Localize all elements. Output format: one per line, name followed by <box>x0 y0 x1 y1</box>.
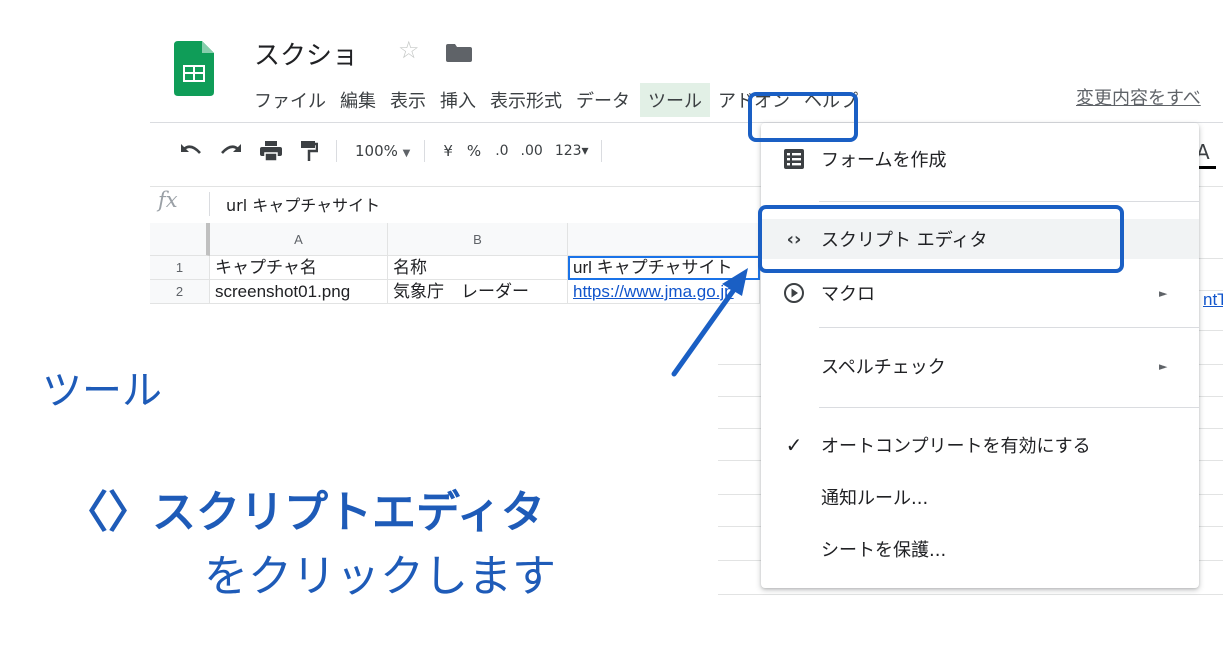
menu-item-create-form[interactable]: フォームを作成 <box>761 139 1199 179</box>
notification-rules-label: 通知ルール... <box>821 488 929 509</box>
select-all-corner[interactable] <box>150 223 210 256</box>
toolbar: 100% ▼ ¥ % .0 .00 123▾ <box>180 133 620 169</box>
row-header-1[interactable]: 1 <box>150 256 210 280</box>
create-form-label: フォームを作成 <box>821 150 947 171</box>
cell-b1[interactable]: 名称 <box>388 256 568 280</box>
script-editor-highlight <box>758 205 1124 273</box>
submenu-arrow-icon: ► <box>1159 286 1168 300</box>
protect-sheet-label: シートを保護... <box>821 540 947 561</box>
increase-decimal-button[interactable]: .00 <box>521 143 543 159</box>
zoom-select[interactable]: 100% ▼ <box>355 142 410 160</box>
fx-icon: fx <box>158 188 178 212</box>
undo-icon[interactable] <box>180 143 202 159</box>
menu-item-spellcheck[interactable]: スペルチェック ► <box>761 346 1199 386</box>
spellcheck-label: スペルチェック <box>821 357 946 378</box>
check-icon: ✓ <box>785 433 803 457</box>
chevron-down-icon: ▼ <box>402 148 411 159</box>
menu-divider <box>819 201 1199 202</box>
cut-off-link-text[interactable]: ntT <box>1203 290 1223 309</box>
zoom-value: 100% <box>355 142 398 160</box>
text-color-bar <box>1196 166 1216 169</box>
cell-b2[interactable]: 気象庁 レーダー <box>388 280 568 304</box>
menu-view[interactable]: 表示 <box>390 87 426 113</box>
menu-data[interactable]: データ <box>576 87 630 113</box>
last-edit-link[interactable]: 変更内容をすべ <box>1076 88 1201 109</box>
menu-item-autocomplete[interactable]: ✓ オートコンプリートを有効にする <box>761 425 1199 465</box>
formula-separator <box>209 192 210 216</box>
cut-off-cell: ntT <box>1199 290 1223 318</box>
changes-link-container: 変更内容をすべ <box>1076 84 1223 116</box>
pointer-arrow-icon <box>671 268 748 377</box>
grid-line <box>1199 258 1223 259</box>
tools-menu-highlight <box>748 92 858 142</box>
percent-format-button[interactable]: % <box>467 142 481 160</box>
decrease-decimal-button[interactable]: .0 <box>495 143 508 159</box>
column-header-b[interactable]: B <box>388 223 568 256</box>
menu-divider <box>819 327 1199 328</box>
grid-line <box>718 594 1223 595</box>
menu-item-protect-sheet[interactable]: シートを保護... <box>761 529 1199 569</box>
toolbar-separator <box>336 140 337 162</box>
column-header-a[interactable]: A <box>210 223 388 256</box>
annotation-click-text: をクリックします <box>204 551 556 602</box>
macros-label: マクロ <box>821 284 875 305</box>
sheets-logo-icon[interactable] <box>174 41 214 96</box>
redo-icon[interactable] <box>220 143 242 159</box>
annotation-script-editor-text: 〈〉スクリプトエディタ <box>64 487 545 538</box>
folder-icon[interactable] <box>446 44 472 62</box>
annotation-tools-text: ツール <box>42 368 162 414</box>
menu-item-notification-rules[interactable]: 通知ルール... <box>761 477 1199 517</box>
menu-format[interactable]: 表示形式 <box>490 87 562 113</box>
menu-item-macros[interactable]: マクロ ► <box>761 273 1199 313</box>
cell-a1[interactable]: キャプチャ名 <box>210 256 388 280</box>
menu-insert[interactable]: 挿入 <box>440 87 476 113</box>
submenu-arrow-icon: ► <box>1159 359 1168 373</box>
play-circle-icon <box>784 283 804 303</box>
grid-line <box>1199 330 1223 331</box>
formula-input[interactable]: url キャプチャサイト <box>226 192 380 216</box>
menu-edit[interactable]: 編集 <box>340 87 376 113</box>
currency-format-button[interactable]: ¥ <box>443 142 453 160</box>
document-title[interactable]: スクショ <box>254 35 358 72</box>
more-formats-button[interactable]: 123▾ <box>555 143 589 159</box>
cell-a2[interactable]: screenshot01.png <box>210 280 388 304</box>
autocomplete-label: オートコンプリートを有効にする <box>821 436 1091 457</box>
form-icon <box>784 149 804 169</box>
toolbar-separator <box>600 140 602 162</box>
tools-dropdown-menu: フォームを作成 ‹› スクリプト エディタ マクロ ► スペルチェック ► ✓ … <box>761 123 1199 588</box>
menu-file[interactable]: ファイル <box>254 87 326 113</box>
menu-tools[interactable]: ツール <box>640 83 710 117</box>
menu-divider <box>819 407 1199 408</box>
toolbar-separator <box>424 140 426 162</box>
row-header-2[interactable]: 2 <box>150 280 210 304</box>
print-icon[interactable] <box>260 141 282 161</box>
column-header-c[interactable] <box>568 223 760 256</box>
star-icon[interactable]: ☆ <box>398 36 420 64</box>
paint-format-icon[interactable] <box>300 141 318 161</box>
